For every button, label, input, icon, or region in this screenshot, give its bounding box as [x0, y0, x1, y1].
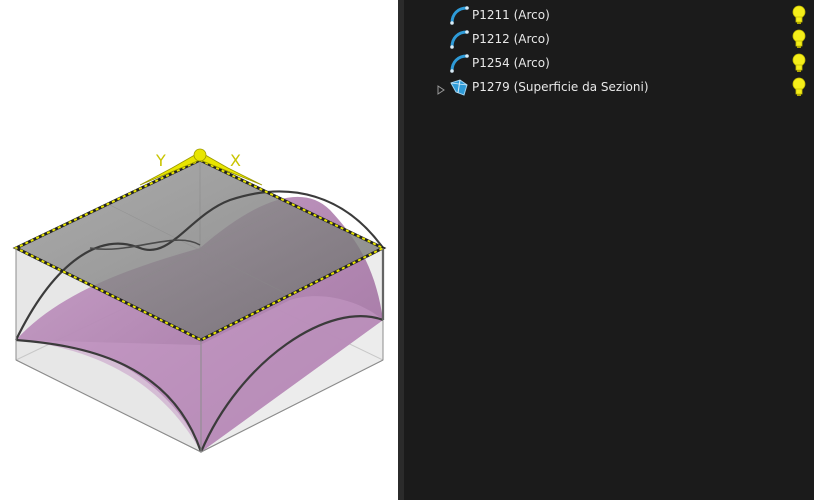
axis-x-label: X — [230, 151, 241, 170]
tree-item[interactable]: P1211 (Arco) — [404, 3, 814, 27]
visibility-bulb-icon[interactable] — [792, 53, 806, 73]
visibility-bulb-icon[interactable] — [792, 29, 806, 49]
visibility-bulb-icon[interactable] — [792, 5, 806, 25]
expand-arrow-icon[interactable] — [436, 81, 446, 95]
tree-item-label: P1279 (Superficie da Sezioni) — [472, 80, 649, 94]
surface-icon — [448, 77, 470, 97]
tree-item-label: P1212 (Arco) — [472, 32, 550, 46]
3d-viewport[interactable]: Y X — [0, 0, 398, 500]
object-tree-panel: P1211 (Arco) P1212 (Arco) P1254 (Arco) P… — [404, 0, 814, 500]
arc-icon — [448, 5, 470, 25]
tree-item-label: P1254 (Arco) — [472, 56, 550, 70]
arc-icon — [448, 29, 470, 49]
tree-item-label: P1211 (Arco) — [472, 8, 550, 22]
tree-item[interactable]: P1212 (Arco) — [404, 27, 814, 51]
arc-icon — [448, 53, 470, 73]
tree-item[interactable]: P1279 (Superficie da Sezioni) — [404, 75, 814, 99]
visibility-bulb-icon[interactable] — [792, 77, 806, 97]
axis-y-label: Y — [155, 151, 166, 170]
tree-item[interactable]: P1254 (Arco) — [404, 51, 814, 75]
3d-scene[interactable]: Y X — [0, 0, 398, 500]
